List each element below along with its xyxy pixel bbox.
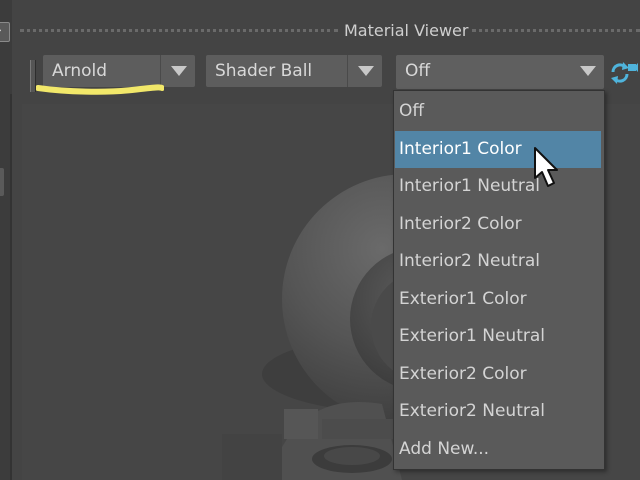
menu-item-label: Exterior1 Color [399, 288, 527, 309]
menu-item-label: Interior1 Neutral [399, 176, 540, 196]
menu-item[interactable]: Exterior1 Color [394, 281, 604, 318]
menu-item-label: Exterior2 Neutral [399, 401, 545, 421]
menu-item[interactable]: Interior2 Neutral [394, 243, 604, 280]
environment-dropdown-value: Off [405, 61, 431, 81]
triangle-down-icon [171, 66, 187, 76]
swap-camera-icon[interactable] [608, 60, 638, 86]
menu-item[interactable]: Exterior2 Color [394, 356, 604, 393]
menu-item-label: Off [399, 101, 425, 121]
renderer-dropdown-arrow[interactable] [160, 55, 195, 87]
arrow-cursor-icon [534, 147, 558, 187]
triangle-down-icon [358, 66, 374, 76]
environment-menu: Off Interior1 Color Interior1 Neutral Inter… [393, 90, 605, 470]
collapse-button[interactable]: › [0, 22, 10, 42]
menu-item-label: Interior2 Color [399, 213, 522, 234]
header-rule-left [20, 29, 338, 32]
menu-item[interactable]: Exterior2 Neutral [394, 393, 604, 430]
menu-item-label: Exterior1 Neutral [399, 326, 545, 346]
menu-item[interactable]: Interior1 Color [395, 130, 601, 168]
geometry-dropdown-value: Shader Ball [215, 61, 313, 81]
menu-item[interactable]: Off [394, 93, 604, 130]
resize-handle[interactable] [0, 168, 4, 196]
triangle-down-icon [580, 66, 596, 76]
menu-item[interactable]: Interior2 Color [394, 206, 604, 243]
menu-item[interactable]: Add New... [394, 431, 604, 468]
geometry-dropdown[interactable]: Shader Ball [206, 55, 382, 87]
panel-divider[interactable] [10, 94, 12, 480]
left-panel-strip: › [0, 0, 12, 480]
menu-item-label: Interior2 Neutral [399, 251, 540, 271]
panel-header: Material Viewer [20, 18, 640, 48]
environment-dropdown[interactable]: Off [396, 55, 604, 89]
highlight-underline [36, 84, 164, 95]
menu-item[interactable]: Exterior1 Neutral [394, 318, 604, 355]
environment-dropdown-arrow[interactable] [570, 55, 604, 87]
menu-item-label: Add New... [399, 438, 490, 459]
panel-title: Material Viewer [344, 21, 469, 40]
geometry-dropdown-arrow[interactable] [347, 55, 382, 87]
collapse-icon: › [0, 23, 2, 37]
menu-item[interactable]: Interior1 Neutral [394, 168, 604, 205]
menu-item-label: Exterior2 Color [399, 363, 527, 384]
menu-item-label: Interior1 Color [399, 138, 522, 159]
header-rule-right [472, 29, 640, 32]
